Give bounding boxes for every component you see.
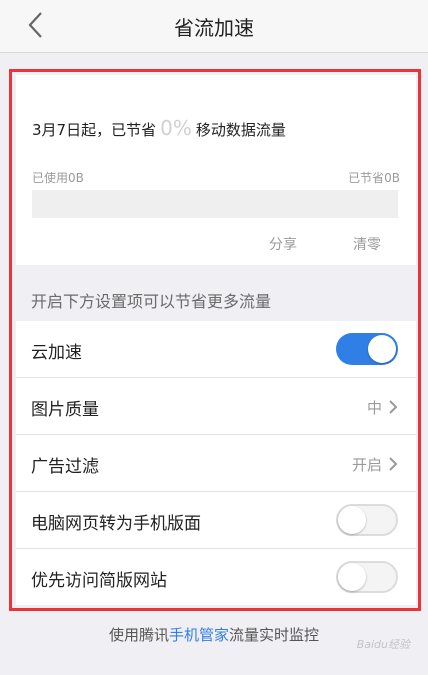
watermark: Baidu经验	[356, 638, 410, 651]
footer-text-after: 流量实时监控	[229, 626, 320, 644]
page-title: 省流加速	[174, 16, 254, 40]
footer-link[interactable]: 手机管家	[169, 626, 229, 644]
footer-text-before: 使用腾讯	[108, 626, 169, 644]
highlight-frame	[9, 69, 421, 611]
top-bar: 省流加速	[0, 0, 428, 53]
